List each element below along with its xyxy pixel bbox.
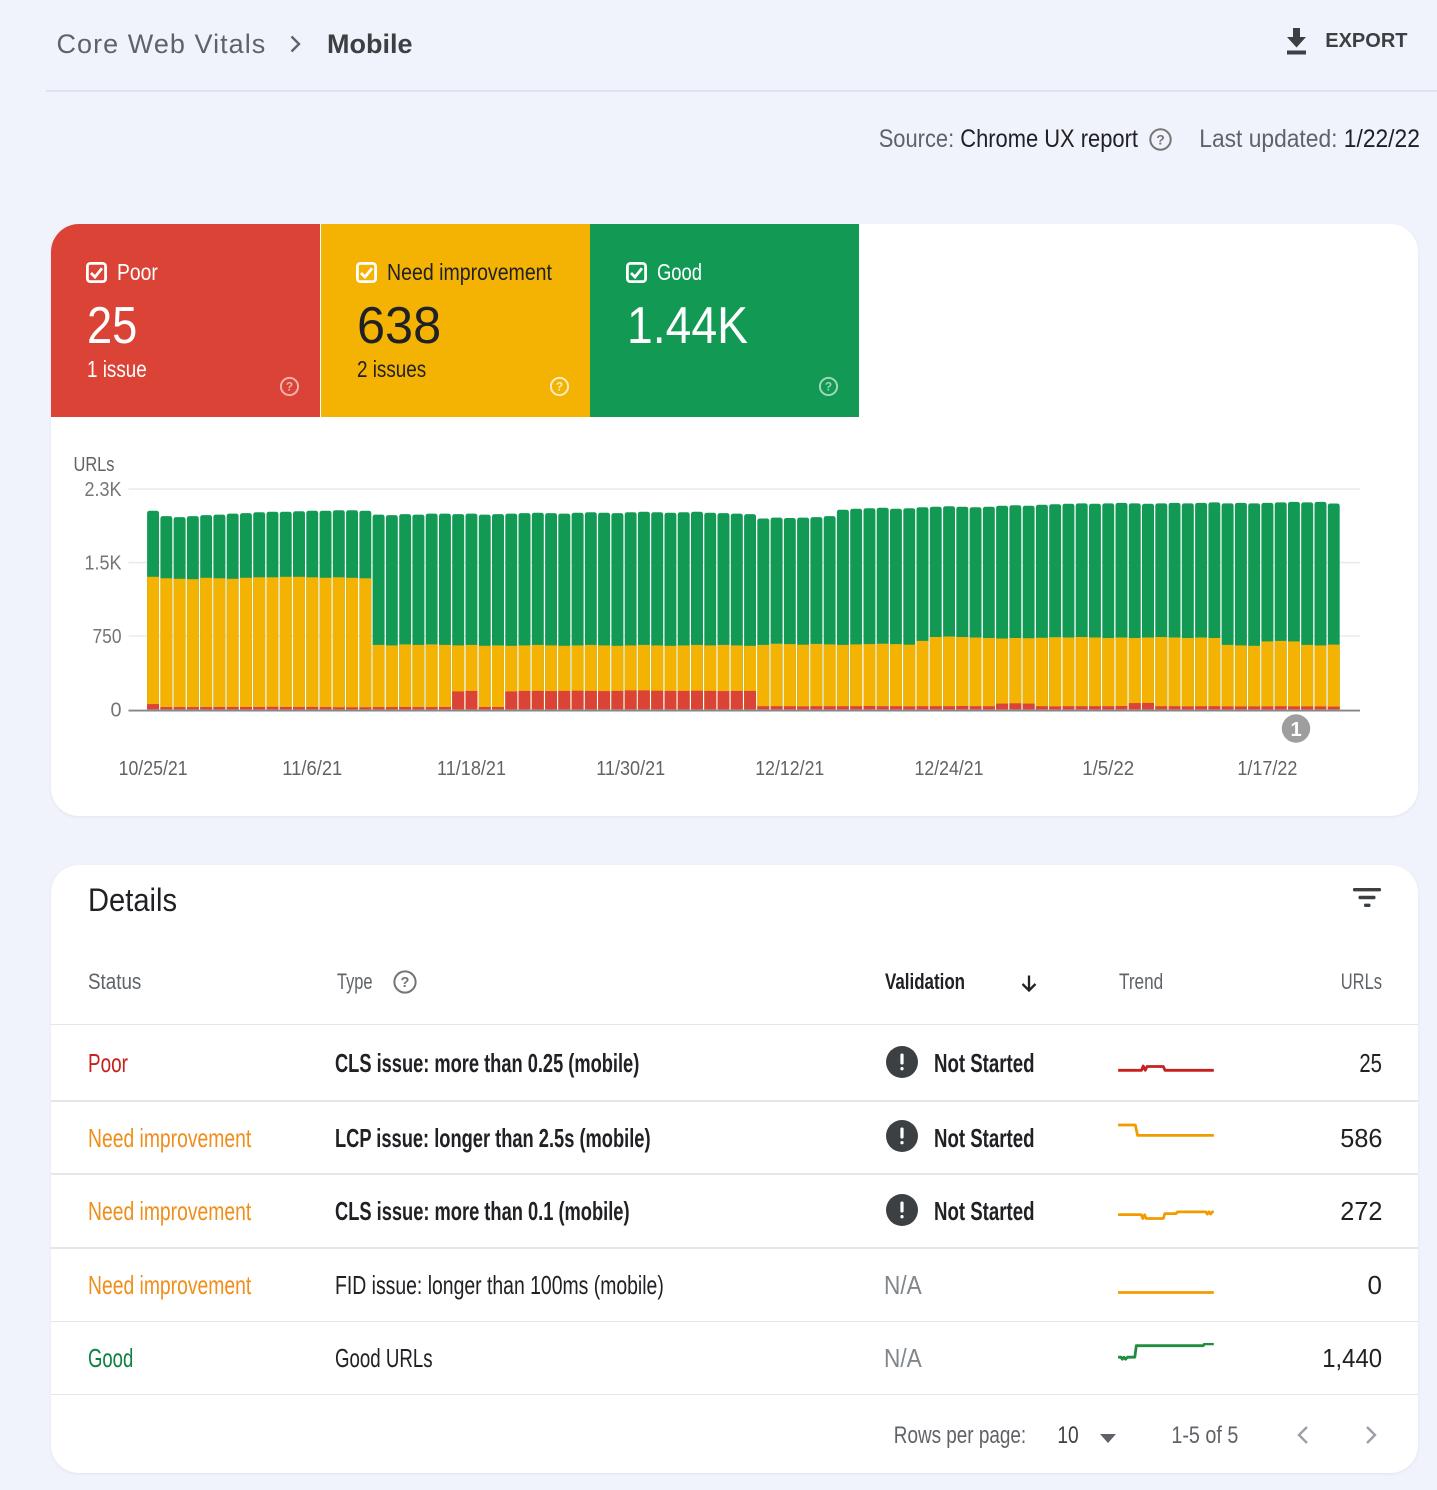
svg-text:12/12/21: 12/12/21 [755, 757, 824, 780]
svg-text:0: 0 [111, 699, 122, 722]
svg-text:?: ? [400, 975, 409, 991]
svg-text:11/30/21: 11/30/21 [596, 757, 665, 780]
svg-text:1/5/22: 1/5/22 [1082, 757, 1134, 780]
svg-text:750: 750 [93, 625, 122, 648]
svg-text:1.5K: 1.5K [85, 552, 122, 575]
svg-text:2.3K: 2.3K [85, 478, 122, 501]
svg-text:1: 1 [1290, 719, 1301, 741]
svg-text:10/25/21: 10/25/21 [119, 757, 188, 780]
svg-text:URLs: URLs [74, 453, 115, 476]
svg-text:1/17/22: 1/17/22 [1237, 757, 1297, 780]
svg-text:11/18/21: 11/18/21 [437, 757, 506, 780]
svg-text:11/6/21: 11/6/21 [282, 757, 342, 780]
svg-text:12/24/21: 12/24/21 [915, 757, 984, 780]
